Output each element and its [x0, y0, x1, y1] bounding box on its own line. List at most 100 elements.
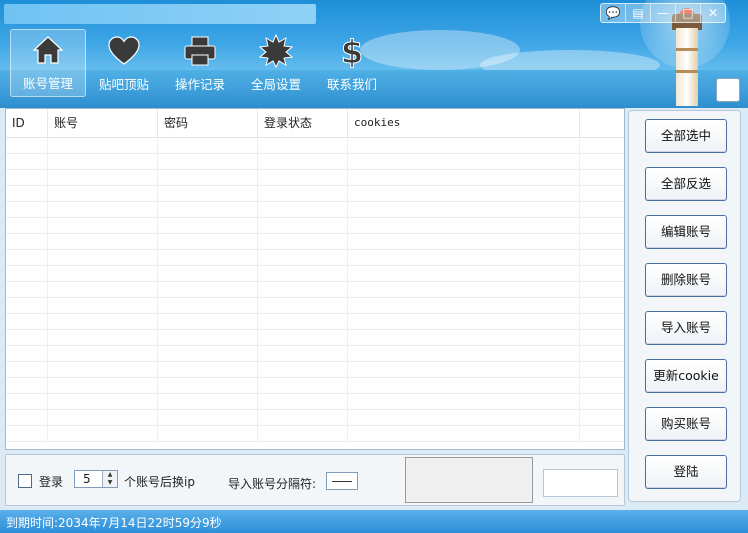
- table-row[interactable]: [6, 249, 624, 266]
- status-bar: 到期时间:2034年7月14日22时59分9秒: [0, 510, 748, 533]
- table-cell: [6, 345, 48, 361]
- nav-contact-us[interactable]: $ 联系我们: [314, 29, 390, 97]
- table-cell: [348, 393, 580, 409]
- nav-tieba-bump[interactable]: 贴吧顶贴: [86, 29, 162, 97]
- maximize-icon[interactable]: □: [676, 4, 701, 22]
- login-button[interactable]: 登陆: [645, 455, 727, 489]
- captcha-input[interactable]: [543, 469, 618, 497]
- minimize-icon[interactable]: —: [651, 4, 676, 22]
- table-cell: [6, 425, 48, 441]
- stepper-down-icon[interactable]: ▼: [103, 479, 117, 487]
- column-header-account[interactable]: 账号: [48, 109, 158, 137]
- column-header-login-status[interactable]: 登录状态: [258, 109, 348, 137]
- captcha-image-box[interactable]: [405, 457, 533, 503]
- nav-label: 联系我们: [326, 77, 377, 92]
- table-cell: [6, 137, 48, 153]
- table-row[interactable]: [6, 233, 624, 250]
- table-row[interactable]: [6, 377, 624, 394]
- table-cell: [48, 361, 158, 377]
- table-row[interactable]: [6, 409, 624, 426]
- table-cell: [48, 409, 158, 425]
- table-cell: [258, 361, 348, 377]
- import-account-button[interactable]: 导入账号: [645, 311, 727, 345]
- login-checkbox[interactable]: [18, 474, 32, 488]
- table-cell: [258, 281, 348, 297]
- svg-text:$: $: [341, 34, 363, 68]
- expiry-text: 到期时间:2034年7月14日22时59分9秒: [6, 516, 222, 530]
- buy-account-button[interactable]: 购买账号: [645, 407, 727, 441]
- table-row[interactable]: [6, 201, 624, 218]
- table-row[interactable]: [6, 281, 624, 298]
- table-cell: [158, 425, 258, 441]
- table-row[interactable]: [6, 185, 624, 202]
- table-cell: [158, 217, 258, 233]
- table-cell: [6, 393, 48, 409]
- table-cell: [258, 217, 348, 233]
- nav-account-manage[interactable]: 账号管理: [10, 29, 86, 97]
- table-cell: [48, 297, 158, 313]
- table-cell: [348, 217, 580, 233]
- invert-select-button[interactable]: 全部反选: [645, 167, 727, 201]
- table-cell: [158, 249, 258, 265]
- table-cell: [258, 297, 348, 313]
- nav-operation-log[interactable]: 操作记录: [162, 29, 238, 97]
- window-title-bar[interactable]: [4, 4, 316, 24]
- separator-value: [332, 481, 352, 482]
- table-cell: [258, 185, 348, 201]
- table-cell: [48, 393, 158, 409]
- table-cell: [48, 345, 158, 361]
- table-cell: [158, 233, 258, 249]
- table-cell: [6, 329, 48, 345]
- table-row[interactable]: [6, 217, 624, 234]
- table-row[interactable]: [6, 393, 624, 410]
- table-cell: [158, 169, 258, 185]
- nav-global-settings[interactable]: 全局设置: [238, 29, 314, 97]
- corner-button[interactable]: [716, 78, 740, 102]
- account-table[interactable]: ID 账号 密码 登录状态 cookies: [5, 108, 625, 450]
- table-row[interactable]: [6, 137, 624, 154]
- table-cell: [348, 137, 580, 153]
- table-cell: [348, 377, 580, 393]
- edit-account-button[interactable]: 编辑账号: [645, 215, 727, 249]
- table-row[interactable]: [6, 169, 624, 186]
- switch-ip-label: 个账号后换ip: [124, 475, 195, 489]
- table-row[interactable]: [6, 297, 624, 314]
- table-cell: [348, 169, 580, 185]
- column-header-password[interactable]: 密码: [158, 109, 258, 137]
- delete-account-button[interactable]: 删除账号: [645, 263, 727, 297]
- column-header-cookies[interactable]: cookies: [348, 109, 580, 137]
- update-cookie-button[interactable]: 更新cookie: [645, 359, 727, 393]
- options-bar: 登录 5 ▲ ▼ 个账号后换ip 导入账号分隔符:: [5, 454, 625, 506]
- close-icon[interactable]: ✕: [701, 4, 725, 22]
- main-nav: 账号管理 贴吧顶贴 操作记录 全局设置 $ 联系我们: [10, 29, 390, 97]
- table-cell: [258, 425, 348, 441]
- column-header-id[interactable]: ID: [6, 109, 48, 137]
- table-row[interactable]: [6, 345, 624, 362]
- table-cell: [158, 265, 258, 281]
- table-cell: [258, 201, 348, 217]
- stepper-up-icon[interactable]: ▲: [103, 471, 117, 479]
- stepper-arrows[interactable]: ▲ ▼: [102, 471, 117, 487]
- title-header: 💬 ▤ — □ ✕ 账号管理 贴吧顶贴 操作记录 全局设置 $ 联系我们: [0, 0, 748, 108]
- table-cell: [48, 249, 158, 265]
- table-cell: [258, 377, 348, 393]
- table-row[interactable]: [6, 361, 624, 378]
- select-all-button[interactable]: 全部选中: [645, 119, 727, 153]
- table-cell: [258, 169, 348, 185]
- table-row[interactable]: [6, 313, 624, 330]
- separator-input[interactable]: [326, 472, 358, 490]
- table-cell: [6, 281, 48, 297]
- table-cell: [48, 217, 158, 233]
- skin-icon[interactable]: ▤: [626, 4, 651, 22]
- switch-count-stepper[interactable]: 5 ▲ ▼: [74, 470, 118, 488]
- table-cell: [258, 153, 348, 169]
- table-cell: [258, 265, 348, 281]
- table-cell: [158, 409, 258, 425]
- table-row[interactable]: [6, 153, 624, 170]
- switch-count-value: 5: [83, 472, 91, 486]
- table-cell: [158, 137, 258, 153]
- message-icon[interactable]: 💬: [601, 4, 626, 22]
- table-row[interactable]: [6, 265, 624, 282]
- table-row[interactable]: [6, 425, 624, 442]
- table-row[interactable]: [6, 329, 624, 346]
